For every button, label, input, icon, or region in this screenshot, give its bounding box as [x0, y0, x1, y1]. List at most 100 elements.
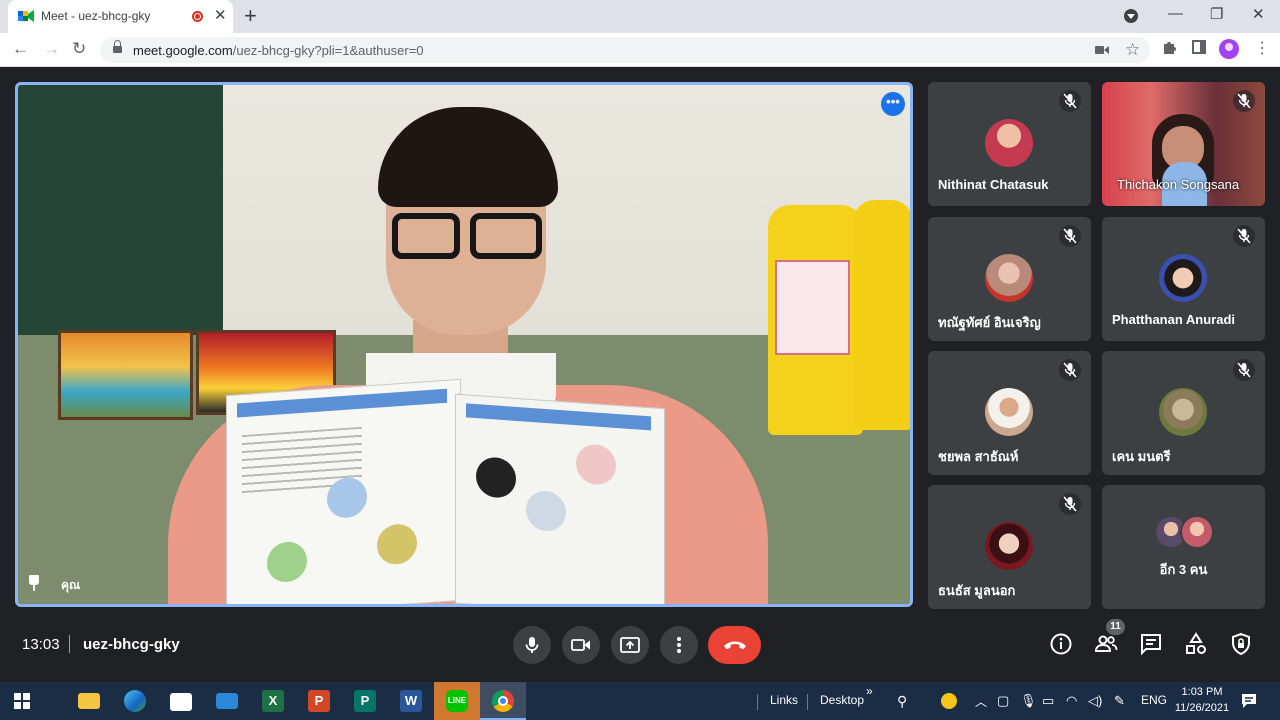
word-icon: W [400, 690, 422, 712]
participant-tile[interactable]: Thichakon Songsana [1102, 82, 1265, 206]
line-app[interactable]: LINE [434, 682, 480, 720]
participant-name: ธนธัส มูลนอก [938, 583, 1016, 598]
microphone-button[interactable] [513, 626, 551, 664]
host-controls-icon[interactable] [1229, 632, 1253, 656]
mail-icon [216, 693, 238, 709]
muted-mic-icon [1233, 225, 1255, 247]
clock-time[interactable]: 1:03 PM [1181, 686, 1223, 698]
browser-toolbar: ← → ↻ meet.google.com/uez-bhcg-gky?pli=1… [0, 33, 1280, 67]
tile-more-options-icon[interactable]: ••• [881, 92, 905, 116]
hang-up-icon [724, 641, 746, 650]
avatar [1159, 388, 1207, 436]
tab-search-icon[interactable] [1124, 9, 1138, 23]
address-bar[interactable]: meet.google.com/uez-bhcg-gky?pli=1&authu… [100, 37, 1150, 63]
line-icon: LINE [446, 690, 468, 712]
participant-tile[interactable]: ชยพล สาธัณห์ [928, 351, 1091, 475]
participant-tile[interactable]: เคน มนตรี [1102, 351, 1265, 475]
window-close-button[interactable]: ✕ [1252, 5, 1265, 23]
weather-icon[interactable] [941, 693, 957, 709]
book-left-page [226, 378, 461, 604]
more-participants-label: อีก 3 คน [1159, 562, 1208, 577]
links-toolbar[interactable]: Links [770, 693, 798, 707]
new-tab-button[interactable]: + [244, 3, 257, 29]
excel-app[interactable]: X [250, 682, 296, 720]
desktop-toolbar[interactable]: Desktop [820, 693, 864, 707]
side-panel-icon[interactable] [1192, 40, 1206, 54]
chrome-icon [492, 690, 514, 712]
camera-button[interactable] [562, 626, 600, 664]
notifications-icon[interactable] [1241, 693, 1257, 709]
microphone-icon [525, 637, 539, 653]
muted-mic-icon [1059, 225, 1081, 247]
edge-icon [124, 690, 146, 712]
more-options-button[interactable] [660, 626, 698, 664]
forward-arrow-icon[interactable]: → [43, 39, 60, 59]
more-participants-tile[interactable]: อีก 3 คน [1102, 485, 1265, 609]
excel-icon: X [262, 690, 284, 712]
store-app[interactable] [158, 682, 204, 720]
tab-title: Meet - uez-bhcg-gky [41, 9, 151, 23]
leave-call-button[interactable] [708, 626, 761, 664]
avatar [985, 388, 1033, 436]
volume-icon[interactable]: ◁) [1088, 693, 1102, 709]
tab-close-icon[interactable]: ✕ [214, 6, 227, 24]
main-video-tile[interactable]: ••• คุณ [15, 82, 913, 607]
word-app[interactable]: W [388, 682, 434, 720]
edge-app[interactable] [112, 682, 158, 720]
folder-icon [78, 693, 100, 709]
more-vertical-icon [677, 637, 681, 653]
wifi-icon[interactable]: ◠ [1066, 693, 1077, 709]
meet-tray-icon[interactable]: ▢ [997, 693, 1009, 709]
chrome-menu-icon[interactable]: ⋮ [1254, 38, 1270, 58]
present-screen-icon [620, 637, 640, 653]
show-hidden-icons-chevron-icon[interactable]: ︿ [975, 693, 987, 710]
people-taskbar-icon[interactable]: ⚲ [897, 693, 907, 710]
activities-icon[interactable] [1184, 632, 1208, 656]
browser-tab[interactable]: Meet - uez-bhcg-gky ✕ [8, 0, 233, 33]
tab-strip: Meet - uez-bhcg-gky ✕ + — ❐ ✕ [0, 0, 1280, 33]
bookmark-star-icon[interactable]: ☆ [1125, 40, 1140, 60]
camera-in-use-icon[interactable] [1095, 45, 1109, 55]
profile-avatar[interactable] [1219, 39, 1239, 59]
pin-icon[interactable] [28, 575, 40, 591]
toolbar-overflow-icon[interactable]: » [866, 684, 873, 698]
participant-name: ชยพล สาธัณห์ [938, 449, 1019, 464]
participant-name: เคน มนตรี [1112, 449, 1171, 464]
minimize-button[interactable]: — [1168, 5, 1183, 22]
file-explorer-app[interactable] [66, 682, 112, 720]
muted-mic-icon [1233, 359, 1255, 381]
participant-name: Phatthanan Anuradi [1112, 312, 1236, 327]
camera-icon [571, 639, 590, 651]
lock-icon[interactable] [113, 40, 122, 54]
extensions-icon[interactable] [1162, 40, 1177, 55]
chat-icon[interactable] [1139, 632, 1163, 656]
participant-name: ทณัฐทัศย์ อินเจริญ [938, 315, 1041, 330]
battery-icon[interactable]: ▭ [1042, 693, 1054, 709]
people-icon[interactable] [1094, 632, 1118, 656]
avatar [1180, 515, 1214, 549]
participant-tile[interactable]: Phatthanan Anuradi [1102, 217, 1265, 341]
participant-tile[interactable]: ธนธัส มูลนอก [928, 485, 1091, 609]
muted-mic-icon [1233, 90, 1255, 112]
meeting-time: 13:03 [22, 636, 60, 653]
mail-app[interactable] [204, 682, 250, 720]
mic-tray-icon[interactable]: 🎙︎ [1020, 693, 1037, 709]
pen-icon[interactable]: ✎ [1114, 693, 1125, 709]
reload-icon[interactable]: ↻ [72, 39, 86, 59]
participant-tile[interactable]: ทณัฐทัศย์ อินเจริญ [928, 217, 1091, 341]
windows-taskbar: X P P W LINE Links Desktop » ⚲ ︿ ▢ 🎙︎ ▭ … [0, 682, 1280, 720]
chrome-app[interactable] [480, 682, 526, 720]
publisher-app[interactable]: P [342, 682, 388, 720]
participant-tile[interactable]: Nithinat Chatasuk [928, 82, 1091, 206]
powerpoint-app[interactable]: P [296, 682, 342, 720]
windows-start-icon[interactable] [14, 693, 30, 709]
divider [69, 635, 70, 653]
clock-date[interactable]: 11/26/2021 [1173, 702, 1231, 714]
language-indicator[interactable]: ENG [1141, 693, 1167, 707]
back-arrow-icon[interactable]: ← [12, 39, 29, 59]
present-screen-button[interactable] [611, 626, 649, 664]
avatar [1159, 254, 1207, 302]
meeting-details-icon[interactable] [1049, 632, 1073, 656]
maximize-button[interactable]: ❐ [1210, 5, 1223, 23]
recording-indicator-icon [192, 11, 203, 22]
